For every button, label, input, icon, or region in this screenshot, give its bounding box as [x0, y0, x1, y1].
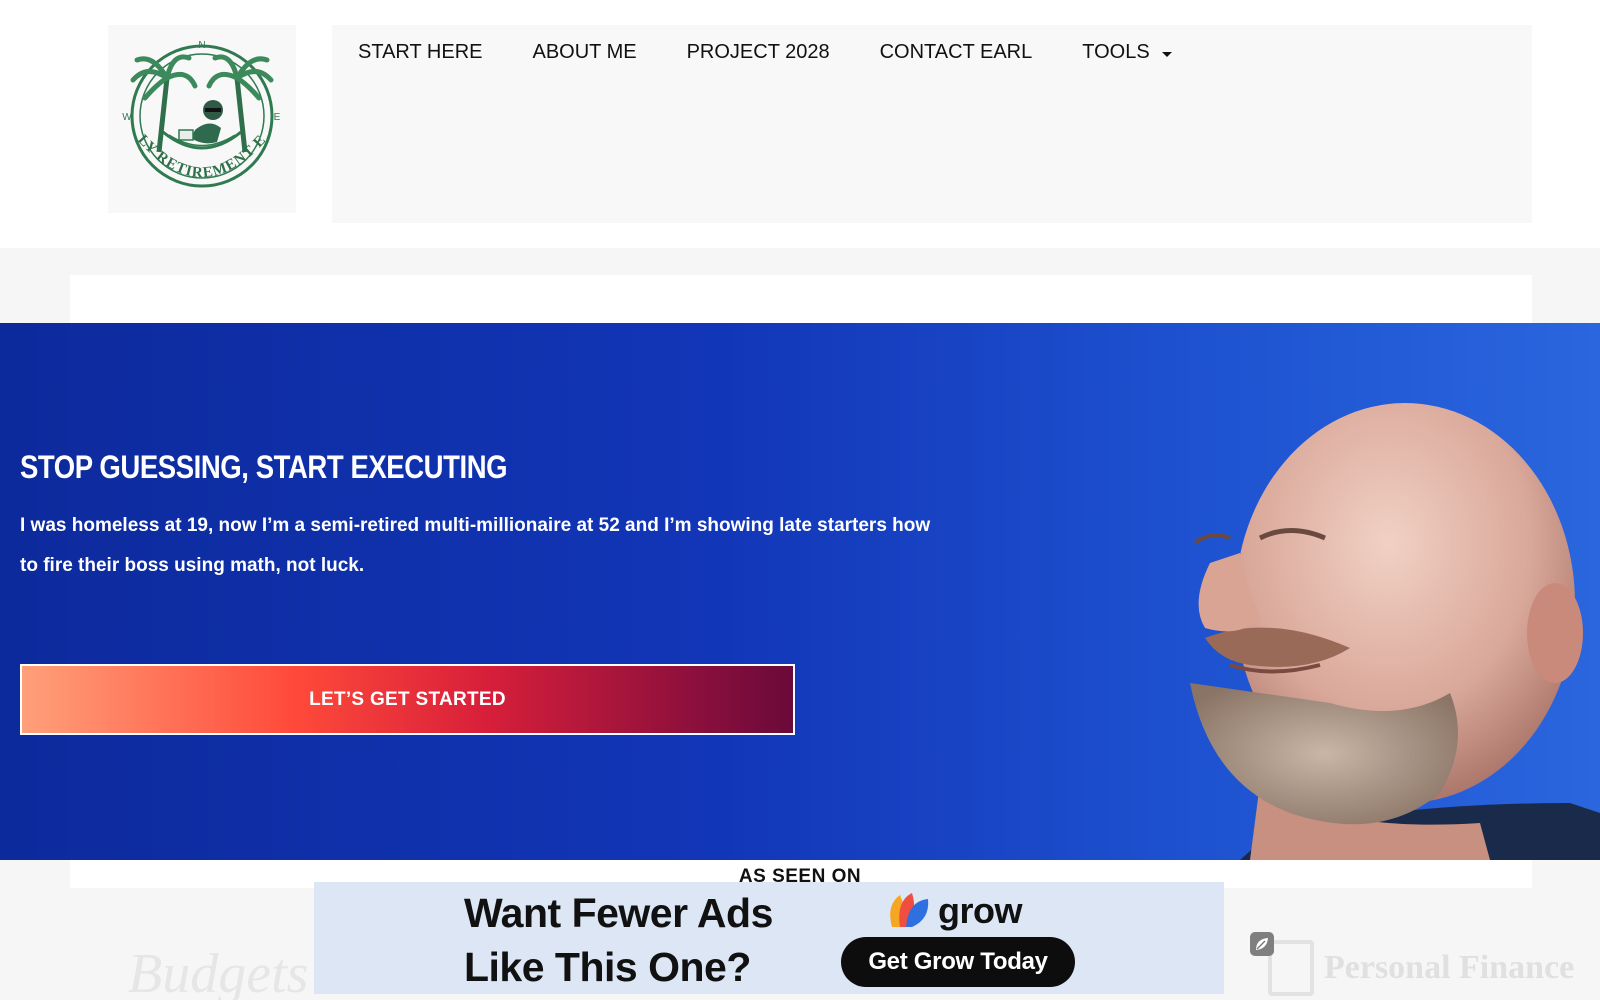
nav-label: CONTACT EARL	[879, 41, 1033, 63]
hero-subtitle: I was homeless at 19, now I’m a semi-ret…	[20, 515, 931, 576]
press-logo-personal-finance: Personal Finance	[1268, 940, 1574, 996]
get-grow-label: Get Grow Today	[868, 948, 1048, 975]
get-started-label: LET’S GET STARTED	[309, 688, 506, 710]
leaf-icon-glyph	[1256, 938, 1268, 950]
grow-brand: grow	[886, 890, 1023, 932]
svg-text:W: W	[122, 112, 132, 123]
nav-item-start-here[interactable]: START HERE	[358, 41, 482, 64]
site-header: N W E EARLY RETIREMEN	[0, 0, 1600, 248]
press-logo-budgets: Budgets	[128, 943, 309, 1000]
nav-label: PROJECT 2028	[686, 41, 830, 63]
nav-label: START HERE	[358, 41, 483, 63]
grow-brand-name: grow	[938, 890, 1023, 931]
grow-leaf-icon	[890, 893, 929, 927]
svg-text:E: E	[274, 112, 281, 123]
ad-headline-line2: Like This One?	[464, 944, 751, 990]
svg-text:N: N	[198, 40, 205, 51]
press-logo-label: Personal Finance	[1324, 949, 1575, 986]
nav-item-project-2028[interactable]: PROJECT 2028	[687, 41, 830, 64]
chevron-down-icon	[1161, 51, 1172, 57]
book-icon	[1268, 940, 1314, 996]
site-logo[interactable]: N W E EARLY RETIREMEN	[108, 25, 296, 213]
nav-label: ABOUT ME	[532, 41, 637, 63]
get-started-button[interactable]: LET’S GET STARTED	[20, 664, 795, 735]
ad-headline-line1: Want Fewer Ads	[464, 890, 773, 936]
nav-item-about-me[interactable]: ABOUT ME	[532, 41, 636, 64]
leaf-icon[interactable]	[1250, 932, 1274, 956]
nav-item-tools[interactable]: TOOLS	[1082, 41, 1172, 64]
page: N W E EARLY RETIREMEN	[0, 0, 1600, 1000]
nav-menu: START HERE ABOUT ME PROJECT 2028 CONTACT…	[358, 41, 1222, 64]
hero-section: STOP GUESSING, START EXECUTING I was hom…	[0, 323, 1600, 860]
ad-headline: Want Fewer Ads Like This One?	[464, 886, 773, 994]
palm-tree-hammock-icon: N W E EARLY RETIREMEN	[117, 34, 281, 188]
man-looking-up-photo	[1190, 403, 1600, 860]
hero-title: STOP GUESSING, START EXECUTING	[20, 449, 508, 485]
content-strip	[70, 275, 1532, 323]
nav-label: TOOLS	[1082, 41, 1150, 63]
grow-ad-banner[interactable]: Want Fewer Ads Like This One? grow Get G…	[314, 882, 1224, 994]
get-grow-button[interactable]: Get Grow Today	[841, 937, 1075, 987]
main-navigation: START HERE ABOUT ME PROJECT 2028 CONTACT…	[332, 25, 1532, 223]
nav-item-contact-earl[interactable]: CONTACT EARL	[880, 41, 1033, 64]
